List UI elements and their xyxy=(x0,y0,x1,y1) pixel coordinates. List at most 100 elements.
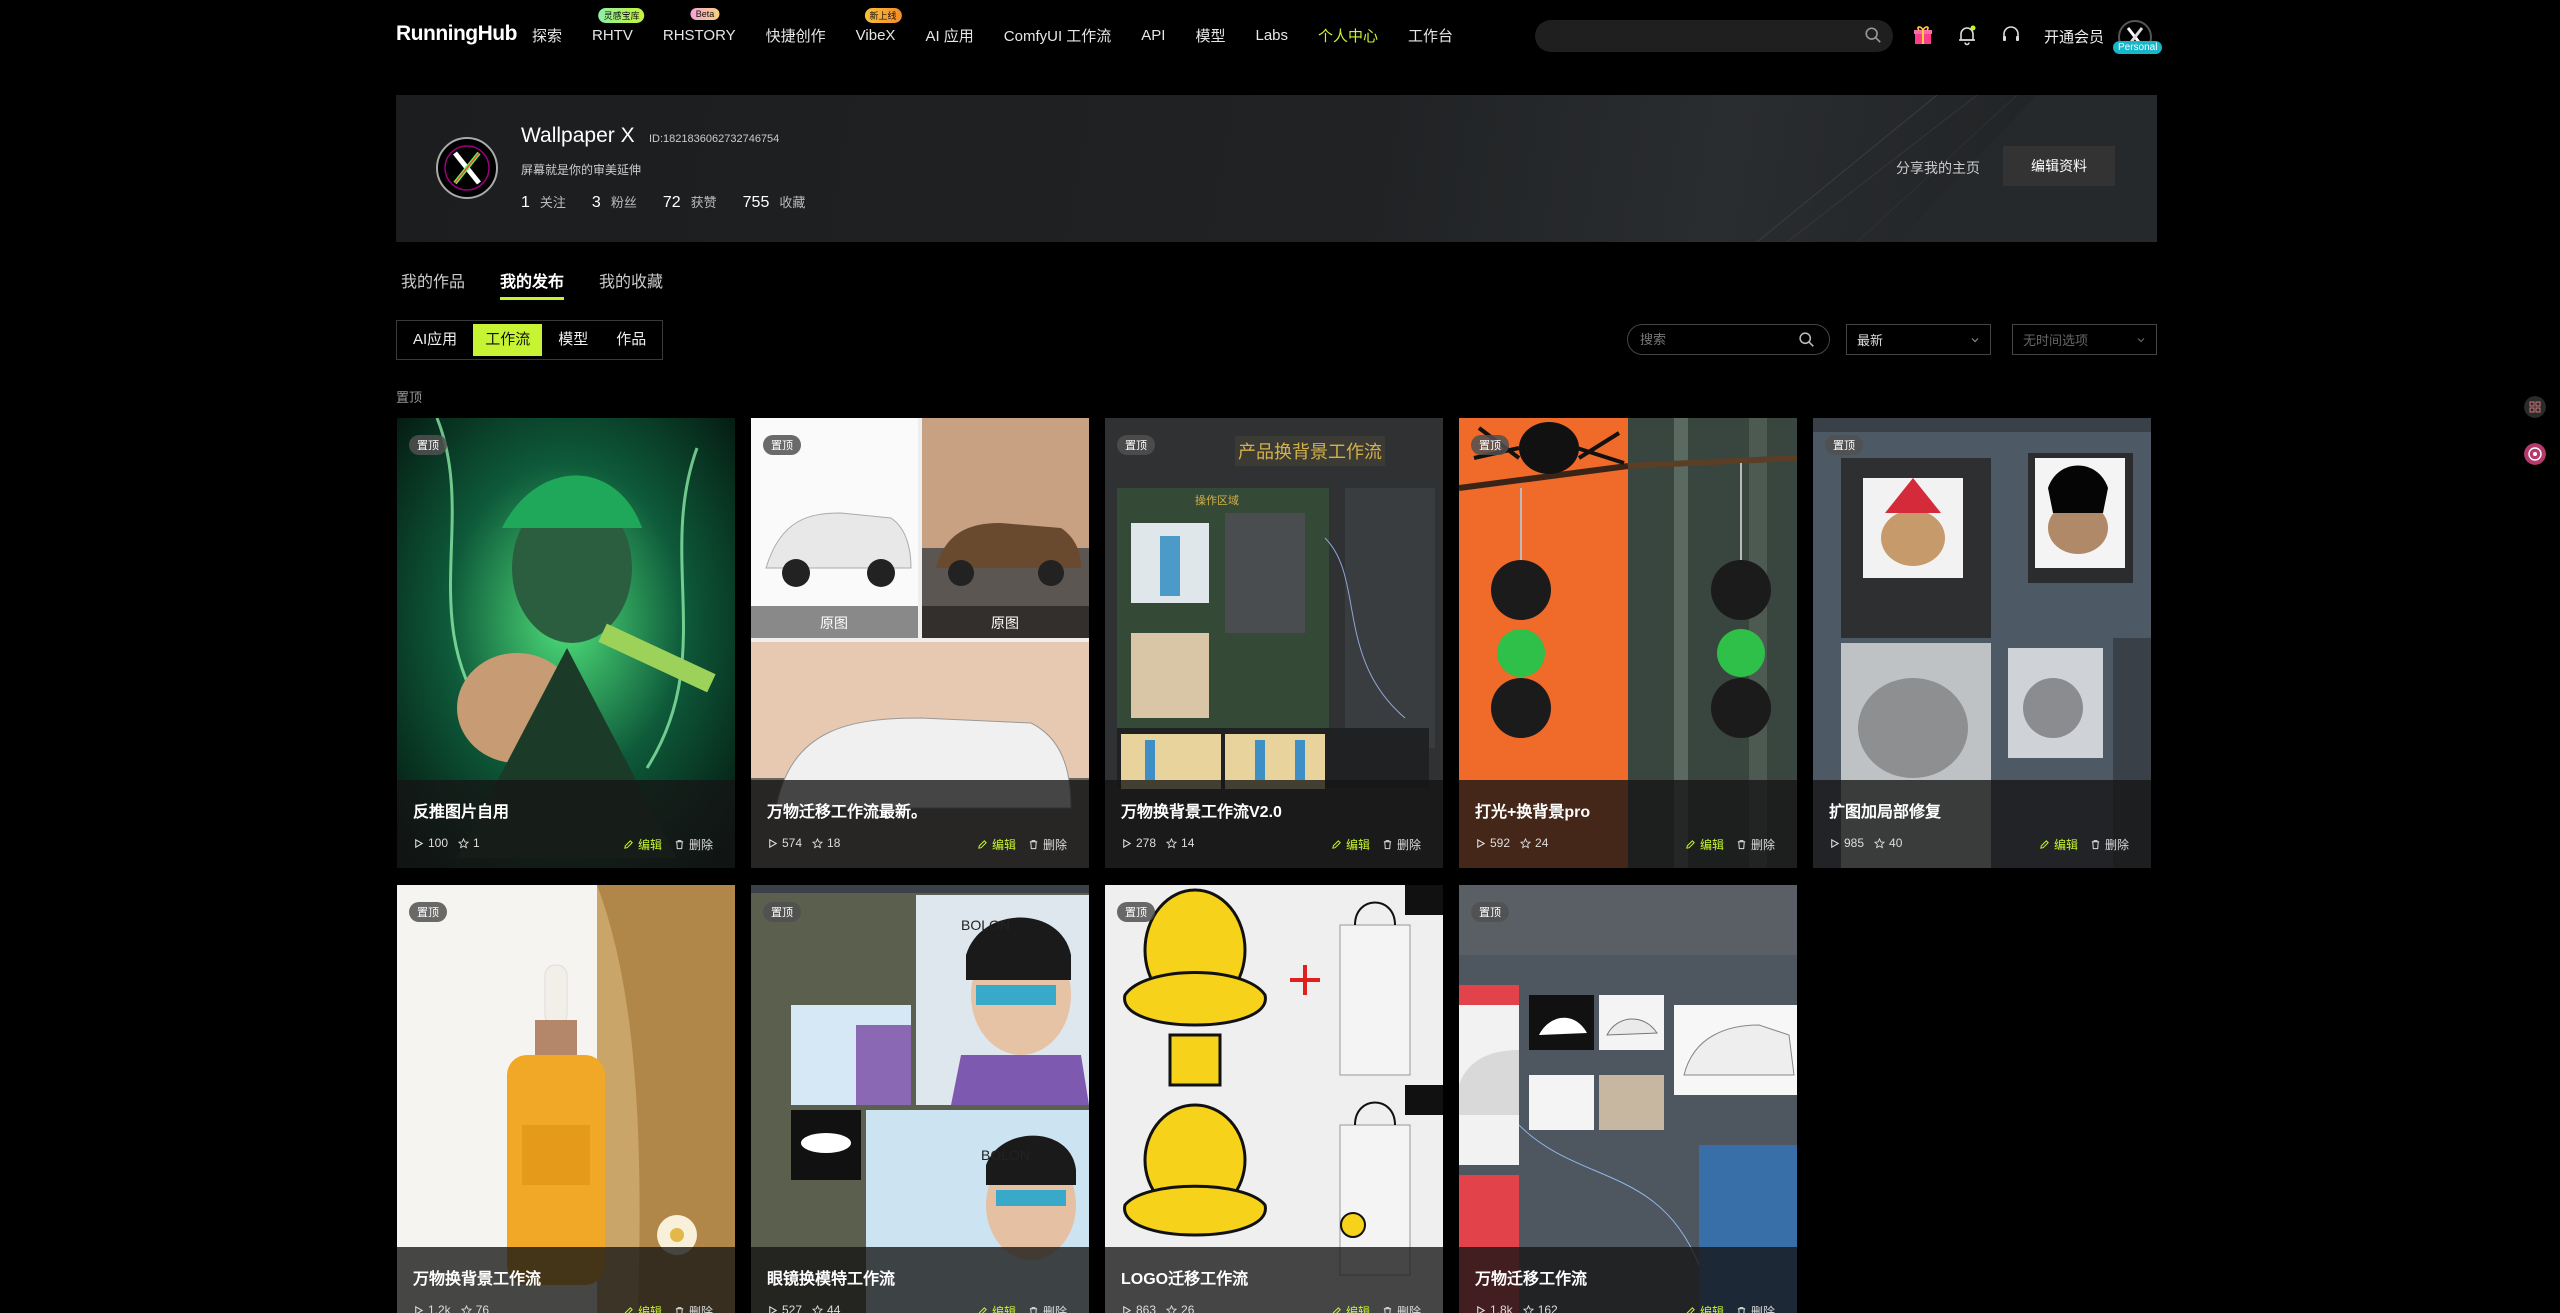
search-icon[interactable] xyxy=(1798,331,1815,348)
workflow-card[interactable]: 置顶 万物换背景工作流 1.2k 76 编辑 删除 xyxy=(397,885,735,1313)
card-title: 反推图片自用 xyxy=(413,804,510,821)
nav-item-models[interactable]: 模型 xyxy=(1195,25,1225,46)
pinned-badge: 置顶 xyxy=(1117,902,1155,922)
stat-following[interactable]: 1 关注 xyxy=(521,192,566,212)
nav-item-vibex[interactable]: VibeX 新上线 xyxy=(856,7,902,44)
share-profile-link[interactable]: 分享我的主页 xyxy=(1896,158,1980,178)
nav-item-rhstory[interactable]: RHSTORY Beta xyxy=(663,7,736,44)
run-count: 278 xyxy=(1136,836,1157,850)
trash-icon xyxy=(1383,1307,1392,1313)
card-actions: 编辑 删除 xyxy=(965,836,1067,853)
play-icon xyxy=(769,838,778,848)
edit-button[interactable]: 编辑 xyxy=(1331,1303,1370,1313)
profile-id: ID:1821836062732746754 xyxy=(649,133,780,145)
card-stats: 278 14 xyxy=(1121,836,1204,850)
delete-button[interactable]: 删除 xyxy=(2090,836,2129,853)
time-select[interactable]: 无时间选项 xyxy=(2012,324,2157,355)
subtab-works[interactable]: 作品 xyxy=(604,324,658,356)
nav-item-comfyui-workflows[interactable]: ComfyUI 工作流 xyxy=(1004,25,1112,46)
edit-profile-button[interactable]: 编辑资料 xyxy=(2003,146,2115,186)
subtab-models[interactable]: 模型 xyxy=(546,324,600,356)
delete-button[interactable]: 删除 xyxy=(674,836,713,853)
nav-menu: 探索 RHTV 灵感宝库 RHSTORY Beta 快捷创作 VibeX 新上线 AI… xyxy=(532,0,1483,70)
play-icon xyxy=(1477,838,1486,848)
card-footer: 反推图片自用 100 1 编辑 删除 xyxy=(397,780,735,868)
nav-item-api[interactable]: API xyxy=(1141,27,1165,44)
pinned-badge: 置顶 xyxy=(409,435,447,455)
nav-item-workbench[interactable]: 工作台 xyxy=(1408,25,1453,46)
star-count: 14 xyxy=(1181,836,1195,850)
delete-button[interactable]: 删除 xyxy=(1028,836,1067,853)
edit-button[interactable]: 编辑 xyxy=(1685,836,1724,853)
subtab-ai-apps[interactable]: AI应用 xyxy=(401,324,469,356)
play-icon xyxy=(1831,838,1840,848)
edit-button[interactable]: 编辑 xyxy=(2039,836,2078,853)
workflow-card[interactable]: 置顶 反推图片自用 100 1 编辑 删除 xyxy=(397,418,735,868)
nav-item-rhtv[interactable]: RHTV 灵感宝库 xyxy=(592,7,645,44)
star-icon xyxy=(1166,1304,1178,1313)
profile-avatar[interactable] xyxy=(436,137,498,199)
brand-text: BOLON xyxy=(981,1147,1030,1163)
nav-item-personal-center[interactable]: 个人中心 xyxy=(1318,25,1378,46)
edit-button[interactable]: 编辑 xyxy=(623,1303,662,1313)
edit-button[interactable]: 编辑 xyxy=(623,836,662,853)
bell-icon[interactable] xyxy=(1955,23,1979,47)
nav-item-quick-create[interactable]: 快捷创作 xyxy=(766,25,826,46)
delete-button[interactable]: 删除 xyxy=(1382,836,1421,853)
nav-badge: Beta xyxy=(690,7,720,20)
sort-select[interactable]: 最新 xyxy=(1846,324,1991,355)
card-footer: 万物迁移工作流最新。 574 18 编辑 删除 xyxy=(751,780,1089,868)
stat-followers[interactable]: 3 粉丝 xyxy=(592,192,637,212)
nav-search-input[interactable] xyxy=(1535,20,1893,52)
pinned-badge: 置顶 xyxy=(763,902,801,922)
card-footer: 万物迁移工作流 1.8k 162 编辑 删除 xyxy=(1459,1247,1797,1313)
edit-button[interactable]: 编辑 xyxy=(1331,836,1370,853)
workflow-card[interactable]: 置顶 LOGO迁移工作流 863 26 编辑 删除 xyxy=(1105,885,1443,1313)
vip-link[interactable]: 开通会员 xyxy=(2044,26,2104,47)
trash-icon xyxy=(1737,1307,1746,1313)
pinned-badge: 置顶 xyxy=(1117,435,1155,455)
nav-item-explore[interactable]: 探索 xyxy=(532,25,562,46)
workflow-card[interactable]: 置顶 扩图加局部修复 985 40 编辑 删除 xyxy=(1813,418,2151,868)
edit-button[interactable]: 编辑 xyxy=(977,1303,1016,1313)
apps-grid-icon[interactable] xyxy=(2524,396,2546,418)
star-count: 18 xyxy=(827,836,841,850)
tab-my-favorites[interactable]: 我的收藏 xyxy=(599,268,663,300)
trash-icon xyxy=(1383,840,1392,850)
edit-button[interactable]: 编辑 xyxy=(1685,1303,1724,1313)
search-icon[interactable] xyxy=(1864,26,1882,44)
pinned-badge: 置顶 xyxy=(409,902,447,922)
workflow-card[interactable]: 置顶 万物迁移工作流 1.8k 162 编辑 删除 xyxy=(1459,885,1797,1313)
card-actions: 编辑 删除 xyxy=(611,1303,713,1313)
workflow-card[interactable]: 产品换背景工作流 操作区域 置顶 万物换背景工作流V2.0 278 14 编辑 … xyxy=(1105,418,1443,868)
delete-button[interactable]: 删除 xyxy=(1736,1303,1775,1313)
workflow-card[interactable]: BOLON BOLON 置顶 眼镜换模特工作流 527 44 编辑 删除 xyxy=(751,885,1089,1313)
delete-button[interactable]: 删除 xyxy=(1736,836,1775,853)
personal-badge: Personal xyxy=(2113,41,2163,54)
pinned-badge: 置顶 xyxy=(1825,435,1863,455)
workflow-card[interactable]: 置顶 打光+换背景pro 592 24 编辑 删除 xyxy=(1459,418,1797,868)
top-nav: RunningHub 探索 RHTV 灵感宝库 RHSTORY Beta 快捷创作 … xyxy=(0,0,2560,70)
assistant-icon[interactable] xyxy=(2524,443,2546,465)
delete-button[interactable]: 删除 xyxy=(674,1303,713,1313)
edit-button[interactable]: 编辑 xyxy=(977,836,1016,853)
play-icon xyxy=(1123,1305,1132,1313)
tab-my-publish[interactable]: 我的发布 xyxy=(500,268,565,300)
nav-item-labs[interactable]: Labs xyxy=(1256,27,1289,44)
card-stats: 863 26 xyxy=(1121,1303,1204,1313)
subtab-workflows[interactable]: 工作流 xyxy=(473,324,543,356)
gift-icon[interactable] xyxy=(1911,23,1935,47)
run-count: 100 xyxy=(428,836,449,850)
workflow-card[interactable]: 原图 原图 置顶 万物迁移工作流最新。 574 18 编辑 删除 xyxy=(751,418,1089,868)
headset-icon[interactable] xyxy=(1999,23,2023,47)
delete-button[interactable]: 删除 xyxy=(1382,1303,1421,1313)
tab-my-works[interactable]: 我的作品 xyxy=(401,268,465,300)
star-icon xyxy=(1874,837,1886,849)
stat-favorites: 755 收藏 xyxy=(742,194,806,211)
nav-item-ai-apps[interactable]: AI 应用 xyxy=(925,25,973,46)
delete-button[interactable]: 删除 xyxy=(1028,1303,1067,1313)
logo[interactable]: RunningHub xyxy=(396,22,517,46)
trash-icon xyxy=(1029,1307,1038,1313)
trash-icon xyxy=(1029,840,1038,850)
card-title: 打光+换背景pro xyxy=(1475,804,1591,821)
